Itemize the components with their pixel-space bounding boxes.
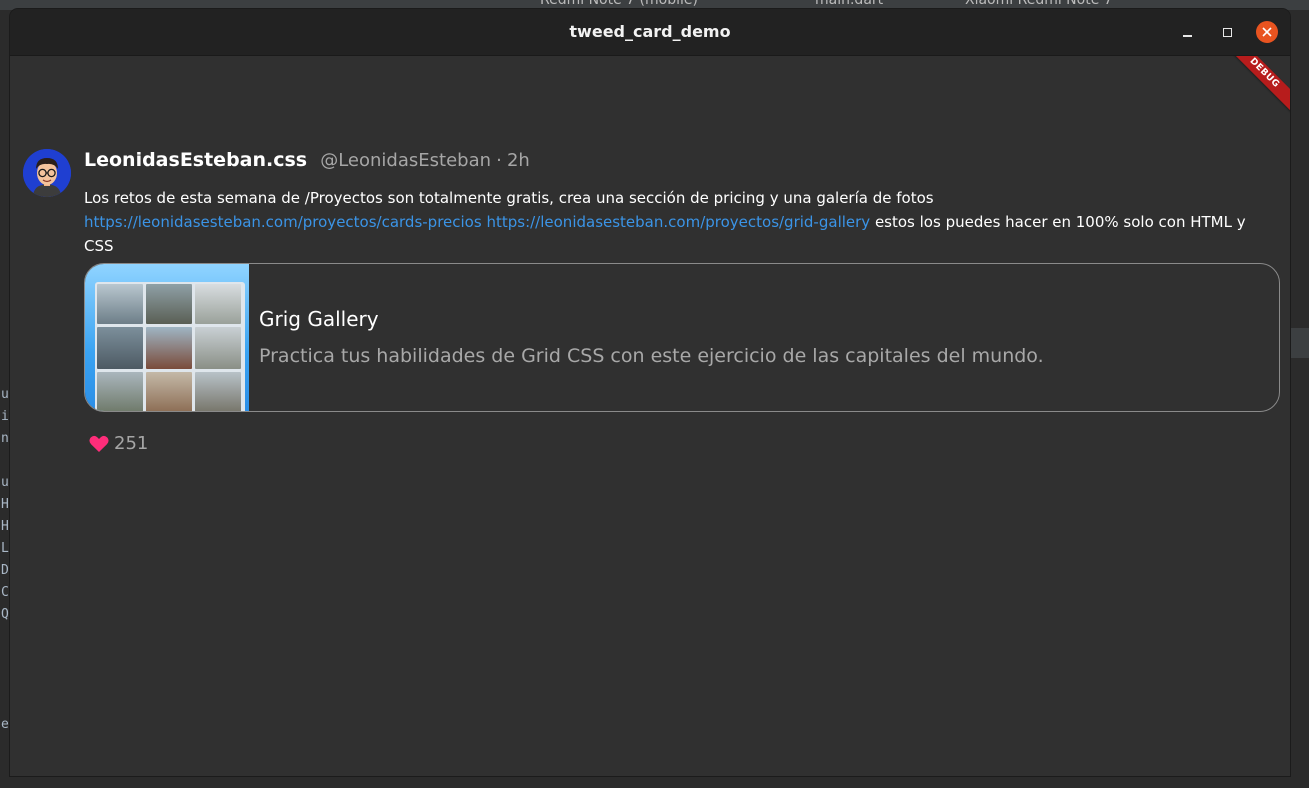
heart-icon[interactable]	[89, 435, 109, 453]
ide-bottom-edge	[0, 776, 1309, 788]
tweet-text-part1: Los retos de esta semana de /Proyectos s…	[84, 189, 934, 207]
ide-gutter-glyph: u	[1, 387, 9, 402]
ide-gutter-glyph: L	[1, 541, 9, 556]
window-title: tweed_card_demo	[569, 22, 731, 41]
likes-count: 251	[114, 433, 149, 454]
maximize-button[interactable]	[1216, 21, 1238, 43]
ide-panel-band	[1290, 328, 1309, 358]
ide-tab-file[interactable]: main.dart	[815, 0, 883, 8]
maximize-icon	[1222, 27, 1232, 37]
ide-editor-gutter: u i n u H H L D C Q e	[0, 10, 10, 788]
card-description: Practica tus habilidades de Grid CSS con…	[259, 345, 1044, 367]
tweet-username[interactable]: LeonidasEsteban.css	[84, 149, 307, 171]
close-button[interactable]	[1256, 21, 1278, 43]
minimize-icon	[1182, 35, 1192, 37]
ide-gutter-glyph: H	[1, 519, 9, 534]
card-title: Grig Gallery	[259, 307, 379, 331]
tweet-link-grid-gallery[interactable]: https://leonidasesteban.com/proyectos/gr…	[486, 213, 870, 231]
tweet-handle[interactable]: @LeonidasEsteban	[320, 150, 491, 171]
app-content: DEBUG LeonidasEsteban.css @LeonidasEsteb…	[10, 56, 1290, 776]
collage-tile	[146, 284, 192, 324]
ide-gutter-glyph: D	[1, 563, 9, 578]
collage-tile	[97, 284, 143, 324]
likes[interactable]: 251	[89, 433, 148, 454]
collage-tile	[195, 327, 241, 369]
close-icon	[1262, 27, 1272, 37]
tweet-separator: ·	[496, 150, 502, 171]
ide-right-panel	[1290, 10, 1309, 788]
gallery-collage-image	[95, 282, 245, 411]
debug-banner: DEBUG	[1216, 56, 1290, 122]
minimize-button[interactable]	[1176, 21, 1198, 43]
tweet-text: Los retos de esta semana de /Proyectos s…	[84, 186, 1274, 258]
ide-tab-emulator[interactable]: Xiaomi Redmi Note 7	[965, 0, 1113, 8]
ide-gutter-glyph: u	[1, 475, 9, 490]
collage-tile	[195, 284, 241, 324]
avatar-illustration-icon	[23, 149, 71, 197]
ide-gutter-glyph: H	[1, 497, 9, 512]
collage-tile	[195, 372, 241, 411]
tweet-link-cards-precios[interactable]: https://leonidasesteban.com/proyectos/ca…	[84, 213, 482, 231]
collage-tile	[146, 372, 192, 411]
collage-tile	[97, 327, 143, 369]
collage-tile	[97, 372, 143, 411]
tweet-time: 2h	[506, 150, 530, 171]
ide-tab-device[interactable]: Redmi Note 7 (mobile)	[540, 0, 698, 8]
link-preview-card[interactable]: Grig Gallery Practica tus habilidades de…	[84, 263, 1280, 412]
card-thumbnail	[85, 264, 249, 411]
app-window: tweed_card_demo DEBUG LeonidasEsteban.cs…	[10, 9, 1290, 776]
avatar[interactable]	[23, 149, 71, 197]
window-titlebar[interactable]: tweed_card_demo	[10, 9, 1290, 56]
ide-gutter-glyph: i	[1, 409, 9, 424]
ide-gutter-glyph: C	[1, 585, 9, 600]
tweet-header: LeonidasEsteban.css @LeonidasEsteban · 2…	[84, 149, 530, 171]
ide-gutter-glyph: Q	[1, 607, 9, 622]
ide-gutter-glyph: e	[1, 717, 9, 732]
ide-gutter-glyph: n	[1, 431, 9, 446]
collage-tile	[146, 327, 192, 369]
